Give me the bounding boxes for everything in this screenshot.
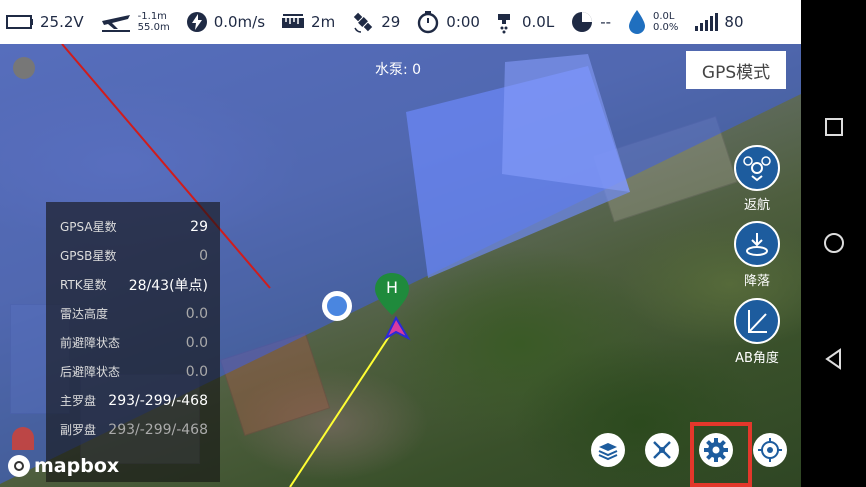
- drone-heading-icon: [383, 315, 411, 341]
- timer-value: 0:00: [446, 13, 480, 31]
- ab-angle-button[interactable]: AB角度: [734, 298, 780, 366]
- back-icon: [825, 348, 841, 370]
- ab-angle-icon: [734, 298, 780, 344]
- crosshair-icon: [758, 438, 782, 462]
- info-row-sub-compass: 副罗盘 293/-299/-468: [60, 415, 208, 444]
- back-button[interactable]: [822, 347, 846, 371]
- layers-button[interactable]: [591, 433, 625, 467]
- tools-icon: [653, 441, 671, 459]
- altitude: -1.1m 55.0m: [100, 11, 170, 33]
- info-value: 0.0: [185, 334, 208, 351]
- speed-icon: [186, 12, 207, 32]
- info-value: 0.0: [185, 305, 208, 322]
- info-value: 29: [190, 218, 208, 235]
- settings-highlight-box: [690, 422, 752, 487]
- info-value: 28/43(单点): [128, 277, 208, 294]
- satellites: 29: [351, 10, 400, 34]
- info-row-front-obstacle: 前避障状态 0.0: [60, 328, 208, 357]
- tank-percent: 0.0%: [653, 22, 679, 33]
- info-value: 293/-299/-468: [108, 392, 208, 409]
- map-status-dot: [13, 57, 35, 79]
- sprayer-icon: [497, 14, 510, 34]
- return-home-button[interactable]: 返航: [734, 145, 780, 213]
- satellite-icon: [353, 12, 373, 33]
- mapbox-logo: mapbox: [8, 455, 119, 477]
- speed-value: 0.0m/s: [213, 13, 266, 31]
- gps-mode-button[interactable]: GPS模式: [686, 51, 786, 89]
- spray-flow: 0.0L: [496, 10, 554, 34]
- home-icon: [824, 233, 844, 253]
- info-value: 293/-299/-468: [108, 421, 208, 438]
- altitude-relative: -1.1m: [137, 11, 167, 22]
- info-key: GPSB星数: [60, 249, 117, 263]
- info-key: 副罗盘: [60, 423, 97, 437]
- landing-icon: [734, 221, 780, 267]
- alarm-icon[interactable]: [8, 424, 38, 456]
- signal-bars-icon: [695, 13, 719, 31]
- home-point-marker[interactable]: H: [375, 273, 409, 319]
- usage-value: --: [600, 13, 612, 31]
- info-key: RTK星数: [60, 278, 107, 292]
- info-key: 主罗盘: [60, 394, 97, 408]
- status-bar: 25.2V -1.1m 55.0m 0.0m/s 2m 29 0:00 0.0L…: [0, 0, 801, 44]
- signal-value: 80: [724, 13, 744, 31]
- flow-value: 0.0L: [521, 13, 555, 31]
- home-marker-label: H: [385, 278, 399, 297]
- info-row-rear-obstacle: 后避障状态 0.0: [60, 357, 208, 386]
- land-label: 降落: [743, 274, 770, 289]
- info-row-gpsb: GPSB星数 0: [60, 241, 208, 270]
- info-key: 后避障状态: [60, 365, 121, 379]
- mapbox-mark-icon: [8, 455, 30, 477]
- tank-volume: 0.0L: [653, 11, 675, 22]
- water-drop-icon: [629, 10, 646, 34]
- timer-icon: [418, 11, 439, 34]
- pump-status-label: 水泵: 0: [375, 62, 422, 78]
- drone-return-icon: [734, 145, 780, 191]
- info-key: GPSA星数: [60, 220, 117, 234]
- return-home-label: 返航: [743, 198, 770, 213]
- info-key: 雷达高度: [60, 307, 109, 321]
- mapbox-wordmark: mapbox: [34, 455, 120, 477]
- info-value: 0: [199, 247, 208, 264]
- speed: 0.0m/s: [186, 11, 265, 33]
- land-button[interactable]: 降落: [734, 221, 780, 289]
- info-row-rtk: RTK星数 28/43(单点): [60, 270, 208, 299]
- user-location-dot: [322, 291, 352, 321]
- info-value: 0.0: [185, 363, 208, 380]
- tank-level: 0.0L 0.0%: [627, 9, 678, 35]
- voltage-value: 25.2V: [40, 13, 84, 31]
- telemetry-panel: GPSA星数 29 GPSB星数 0 RTK星数 28/43(单点) 雷达高度 …: [46, 202, 220, 482]
- distance-icon: [282, 14, 305, 28]
- locate-button[interactable]: [753, 433, 787, 467]
- layers-icon: [598, 443, 618, 461]
- recent-apps-icon: [825, 118, 843, 136]
- satellite-count: 29: [381, 13, 401, 31]
- info-key: 前避障状态: [60, 336, 121, 350]
- tools-button[interactable]: [645, 433, 679, 467]
- flight-timer: 0:00: [416, 10, 480, 34]
- signal-strength: 80: [694, 12, 744, 32]
- system-nav-bar: [801, 0, 866, 487]
- info-row-radar: 雷达高度 0.0: [60, 299, 208, 328]
- battery-icon: [6, 15, 33, 29]
- ab-angle-label: AB角度: [735, 351, 779, 366]
- distance-value: 2m: [311, 13, 336, 31]
- recent-apps-button[interactable]: [822, 115, 846, 139]
- info-row-gpsa: GPSA星数 29: [60, 212, 208, 241]
- flight-path-line: [289, 331, 393, 487]
- usage: --: [570, 10, 611, 34]
- home-button[interactable]: [822, 231, 846, 255]
- battery-voltage: 25.2V: [6, 13, 84, 31]
- info-row-main-compass: 主罗盘 293/-299/-468: [60, 386, 208, 415]
- distance: 2m: [281, 12, 335, 32]
- pie-chart-icon: [572, 12, 593, 32]
- drone-altitude-icon: [101, 15, 130, 32]
- altitude-absolute: 55.0m: [137, 22, 170, 33]
